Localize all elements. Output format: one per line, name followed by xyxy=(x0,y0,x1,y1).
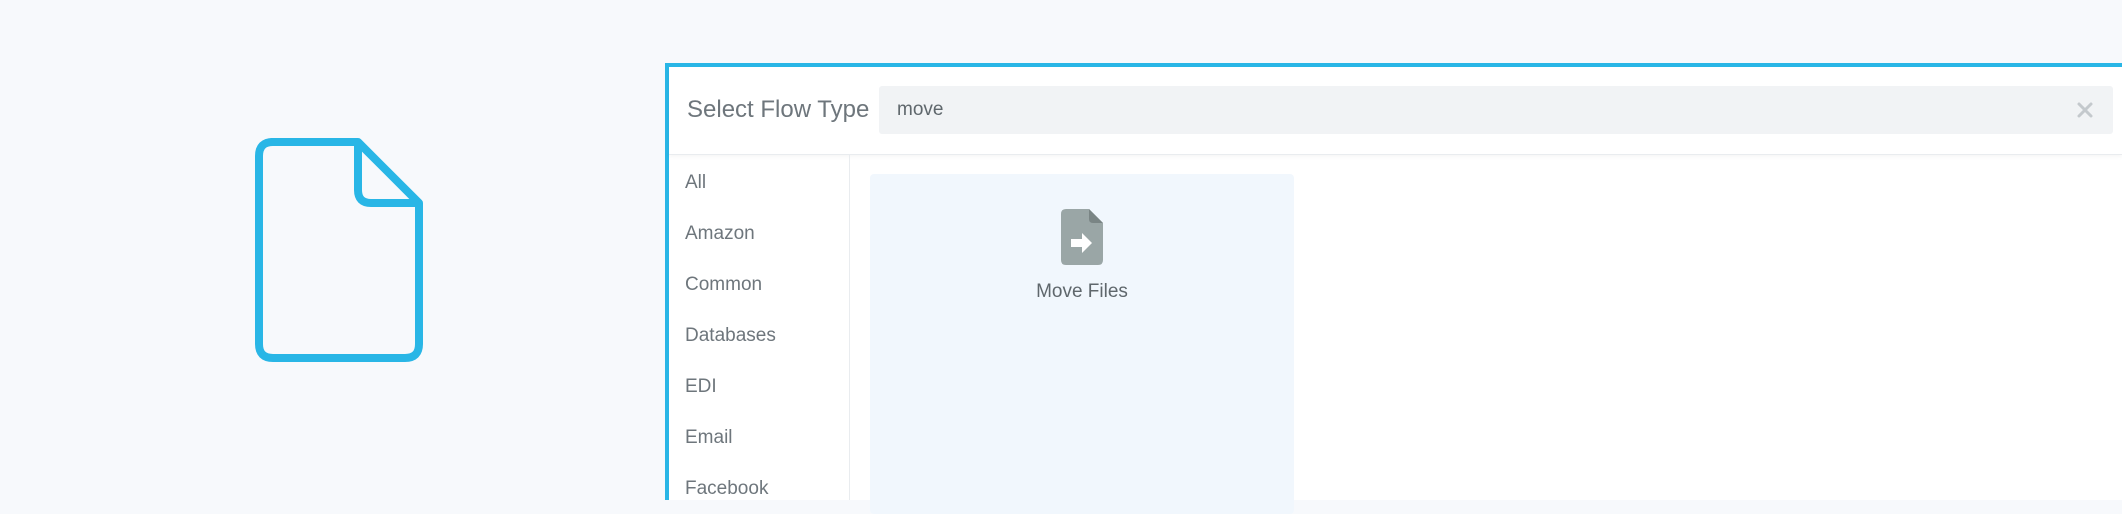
sidebar-item-facebook[interactable]: Facebook xyxy=(685,477,768,501)
search-input[interactable] xyxy=(897,86,2037,134)
sidebar-item-common[interactable]: Common xyxy=(685,273,762,297)
sidebar-item-all[interactable]: All xyxy=(685,171,706,195)
category-sidebar: All Amazon Common Databases EDI Email Fa… xyxy=(669,155,850,500)
sidebar-item-amazon[interactable]: Amazon xyxy=(685,222,755,246)
select-flow-type-panel: Select Flow Type All Amazon Common Datab… xyxy=(665,63,2122,514)
sidebar-item-databases[interactable]: Databases xyxy=(685,324,776,348)
search-box xyxy=(879,86,2113,134)
sidebar-item-email[interactable]: Email xyxy=(685,426,733,450)
panel-title: Select Flow Type xyxy=(687,96,870,123)
panel-header: Select Flow Type xyxy=(669,67,2122,155)
document-icon xyxy=(255,138,423,362)
flow-type-card-move-files[interactable]: Move Files xyxy=(870,174,1294,514)
move-file-icon xyxy=(1061,209,1103,265)
close-icon[interactable] xyxy=(2075,100,2095,120)
card-label: Move Files xyxy=(1036,281,1128,302)
sidebar-item-edi[interactable]: EDI xyxy=(685,375,717,399)
